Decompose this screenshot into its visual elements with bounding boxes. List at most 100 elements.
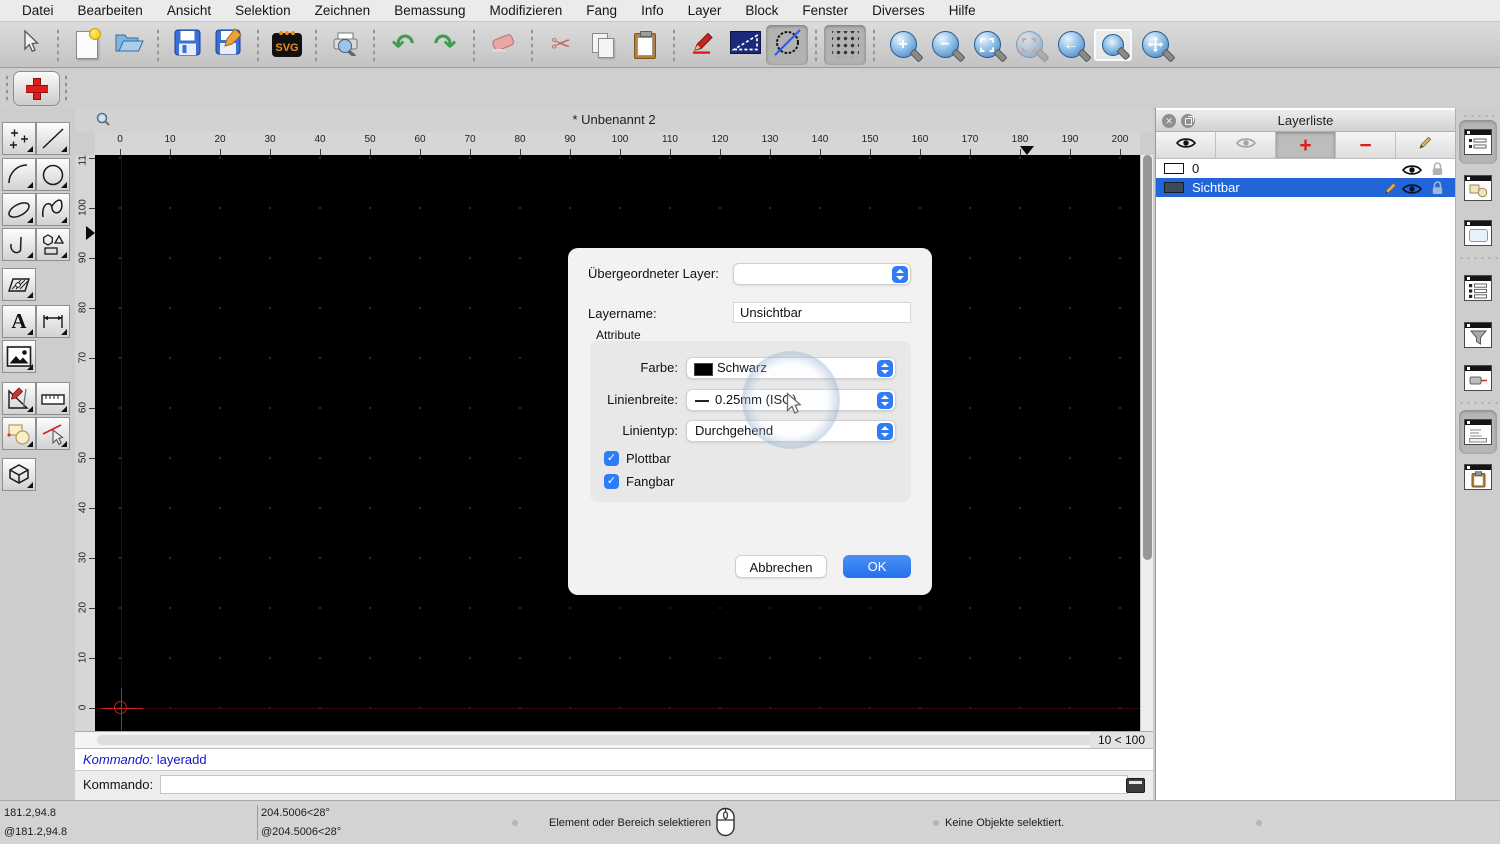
cancel-button[interactable]: Abbrechen — [735, 555, 827, 578]
pan-button[interactable] — [1134, 25, 1176, 65]
cut-button[interactable]: ✂ — [540, 25, 582, 65]
command-line-panel-button[interactable] — [1459, 410, 1497, 454]
shape-tool-button[interactable] — [36, 228, 70, 261]
stepper-icon[interactable] — [876, 423, 893, 440]
property-editor-panel-button[interactable] — [1459, 266, 1497, 310]
points-tool-button[interactable] — [2, 122, 36, 155]
open-file-button[interactable] — [108, 25, 150, 65]
block-list-panel-button[interactable] — [1459, 166, 1497, 210]
circle-tool-button[interactable] — [36, 158, 70, 191]
print-preview-button[interactable] — [324, 25, 366, 65]
snappable-checkbox[interactable]: ✓ — [604, 474, 619, 489]
command-input[interactable] — [160, 775, 1128, 794]
plottable-checkbox[interactable]: ✓ — [604, 451, 619, 466]
menu-item-datei[interactable]: Datei — [10, 0, 66, 22]
ellipse-tool-button[interactable] — [2, 193, 36, 226]
layer-row[interactable]: 0 — [1156, 159, 1455, 178]
show-all-layers-button[interactable] — [1156, 132, 1216, 158]
lock-icon[interactable] — [1432, 181, 1443, 200]
menu-item-block[interactable]: Block — [733, 0, 790, 22]
image-tool-button[interactable] — [2, 340, 36, 373]
menu-item-ansicht[interactable]: Ansicht — [155, 0, 223, 22]
dimension-ortho-button[interactable] — [724, 25, 766, 65]
draw-pencil-button[interactable] — [682, 25, 724, 65]
redo-button[interactable]: ↷ — [424, 25, 466, 65]
new-file-button[interactable] — [66, 25, 108, 65]
command-history: Kommando: layeradd — [75, 748, 1153, 770]
block-list-panel-icon — [1464, 175, 1492, 201]
clipboard-panel-button[interactable] — [1459, 455, 1497, 499]
menu-item-hilfe[interactable]: Hilfe — [937, 0, 988, 22]
paste-button[interactable] — [624, 25, 666, 65]
vertical-scrollbar-thumb[interactable] — [1143, 155, 1152, 560]
zoom-in-button[interactable]: + — [882, 25, 924, 65]
layer-name-input[interactable] — [733, 302, 911, 323]
layer-list-panel-button[interactable] — [1459, 120, 1497, 164]
edit-layer-button[interactable] — [1396, 132, 1455, 158]
menu-item-bearbeiten[interactable]: Bearbeiten — [66, 0, 155, 22]
menu-item-modifizieren[interactable]: Modifizieren — [478, 0, 575, 22]
stepper-icon[interactable] — [876, 392, 893, 409]
solid-tool-button[interactable] — [2, 458, 36, 491]
line-tool-button[interactable] — [36, 122, 70, 155]
ruler-label: 180 — [1011, 134, 1029, 145]
status-hint: Element oder Bereich selektieren — [549, 817, 712, 829]
ruler-label: 170 — [961, 134, 979, 145]
arc-tool-button[interactable] — [2, 158, 36, 191]
select-cursor-button[interactable] — [8, 25, 50, 65]
select-line-tool-button[interactable] — [36, 417, 70, 450]
zoom-selection-button[interactable] — [1008, 25, 1050, 65]
svg-export-button[interactable]: SVG — [266, 25, 308, 65]
horizontal-scrollbar-thumb[interactable] — [97, 735, 1097, 745]
undo-button[interactable]: ↶ — [382, 25, 424, 65]
ok-button[interactable]: OK — [843, 555, 911, 578]
stepper-icon[interactable] — [876, 360, 893, 377]
command-window-toggle-icon[interactable] — [1126, 778, 1145, 793]
vertical-scrollbar[interactable] — [1140, 155, 1153, 731]
stepper-icon[interactable] — [891, 266, 908, 283]
add-layer-button[interactable]: + — [1276, 132, 1336, 158]
save-as-file-button[interactable] — [208, 25, 250, 65]
menu-item-layer[interactable]: Layer — [676, 0, 734, 22]
drafting-tool-button[interactable] — [2, 382, 36, 415]
zoom-auto-button[interactable] — [966, 25, 1008, 65]
menu-item-diverses[interactable]: Diverses — [860, 0, 937, 22]
menu-item-fenster[interactable]: Fenster — [790, 0, 860, 22]
zoom-out-icon: − — [931, 31, 959, 58]
save-file-button[interactable] — [166, 25, 208, 65]
hatch-tool-button[interactable] — [2, 268, 36, 301]
measure-tool-button[interactable] — [36, 382, 70, 415]
toolbar-separator — [814, 27, 818, 62]
circle-slash-button[interactable] — [766, 24, 808, 65]
zoom-window-button[interactable] — [1092, 25, 1134, 65]
library-panel-button[interactable] — [1459, 211, 1497, 255]
zoom-previous-button[interactable]: ← — [1050, 25, 1092, 65]
modify-panel-button[interactable] — [1459, 356, 1497, 400]
ruler-label: 80 — [77, 301, 89, 314]
menu-item-fang[interactable]: Fang — [574, 0, 629, 22]
menu-item-info[interactable]: Info — [629, 0, 676, 22]
zoom-out-button[interactable]: − — [924, 25, 966, 65]
menu-item-zeichnen[interactable]: Zeichnen — [303, 0, 383, 22]
select-cursor-icon — [18, 29, 40, 60]
eye-icon[interactable] — [1401, 182, 1423, 200]
toolbar-separator — [530, 27, 534, 62]
add-layer-quick-button[interactable] — [13, 71, 60, 106]
menu-item-selektion[interactable]: Selektion — [223, 0, 303, 22]
polyline-tool-button[interactable] — [2, 228, 36, 261]
horizontal-scrollbar[interactable]: 10 < 100 — [75, 731, 1153, 748]
selection-filter-panel-button[interactable] — [1459, 313, 1497, 357]
hide-all-layers-button[interactable] — [1216, 132, 1276, 158]
copy-button[interactable] — [582, 25, 624, 65]
remove-layer-button[interactable]: − — [1336, 132, 1396, 158]
parent-layer-dropdown[interactable] — [733, 263, 911, 285]
menu-item-bemassung[interactable]: Bemassung — [382, 0, 477, 22]
layer-row[interactable]: Sichtbar — [1156, 178, 1455, 197]
eraser-button[interactable] — [482, 25, 524, 65]
dimension-tool-button[interactable] — [36, 305, 70, 338]
spline-tool-button[interactable] — [36, 193, 70, 226]
save-file-icon — [174, 29, 201, 61]
text-tool-button[interactable]: A — [2, 305, 36, 338]
modify-tool-button[interactable] — [2, 417, 36, 450]
grid-toggle-button[interactable] — [824, 24, 866, 65]
